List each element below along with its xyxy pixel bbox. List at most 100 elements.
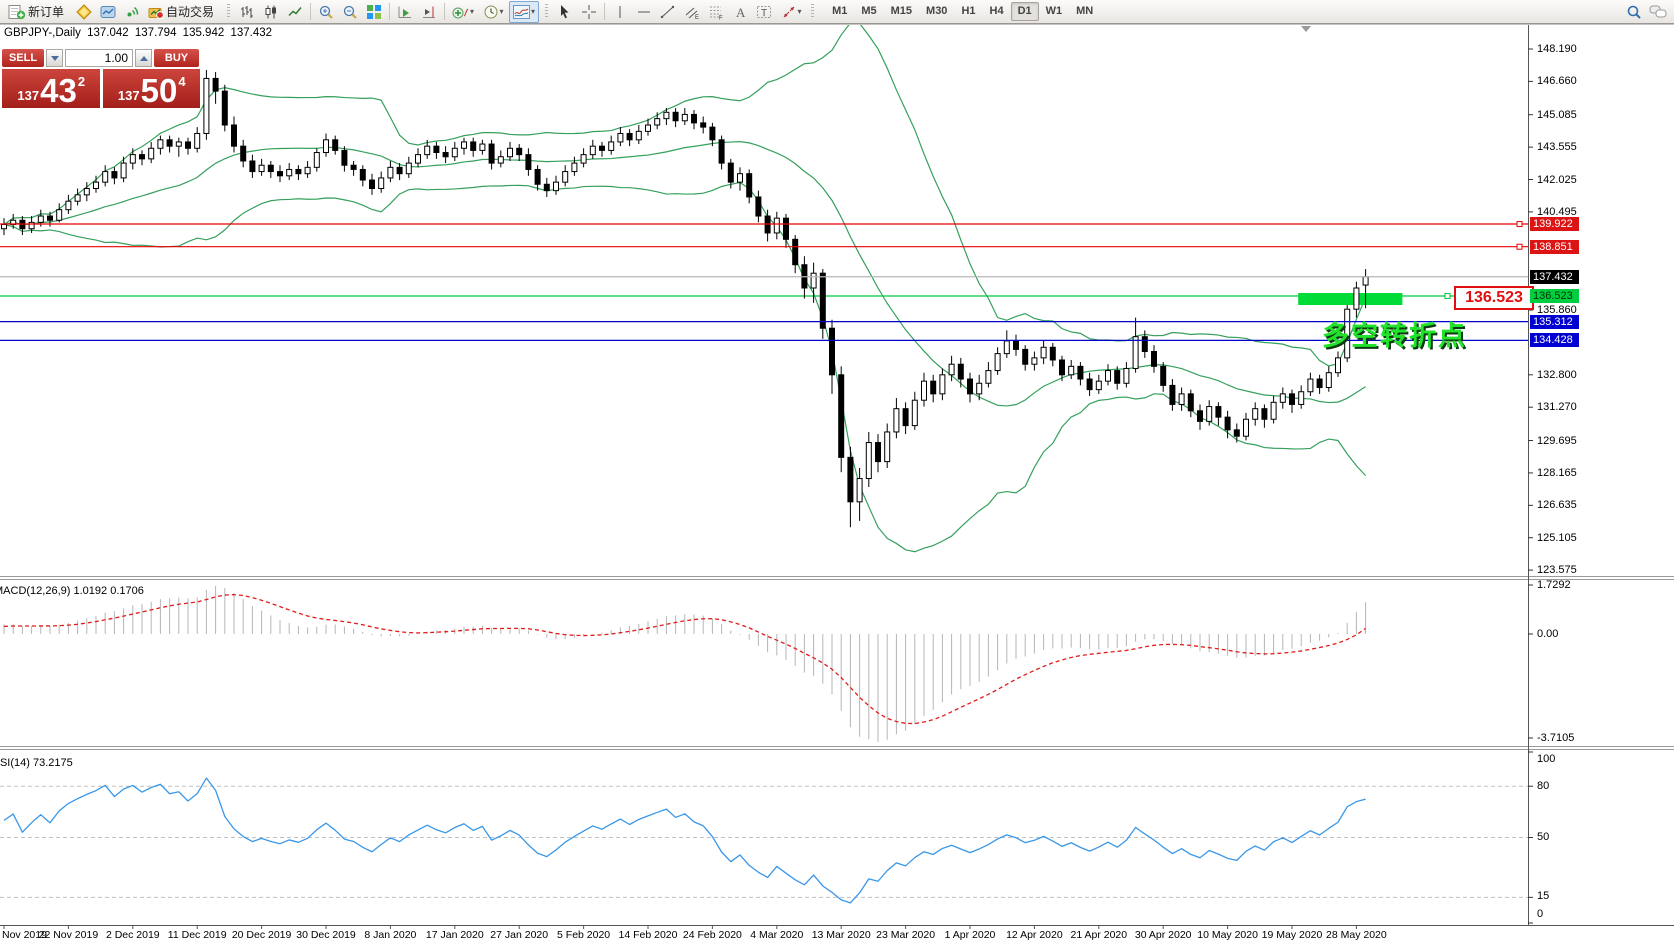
hline-anchor-marker[interactable] bbox=[1517, 244, 1522, 249]
chart-shift-button[interactable] bbox=[418, 2, 440, 22]
price-axis-tick-label: 125.105 bbox=[1537, 532, 1577, 544]
rsi-line bbox=[4, 778, 1366, 903]
tile-windows-icon bbox=[366, 4, 382, 20]
buy-button[interactable]: BUY bbox=[154, 49, 199, 67]
signals-button[interactable] bbox=[121, 2, 143, 22]
arrows-icon bbox=[781, 4, 797, 20]
auto-scroll-button[interactable] bbox=[394, 2, 416, 22]
price-badge-136.523: 136.523 bbox=[1530, 289, 1579, 303]
new-order-icon bbox=[8, 4, 26, 20]
volume-input[interactable] bbox=[65, 49, 133, 67]
new-order-label: 新订单 bbox=[28, 3, 64, 20]
timeframe-h1-button[interactable]: H1 bbox=[954, 2, 982, 21]
arrows-tool-button[interactable]: ▾ bbox=[777, 2, 805, 22]
equidistant-channel-tool-button[interactable]: E bbox=[681, 2, 703, 22]
price-axis-tick-label: 129.695 bbox=[1537, 435, 1577, 447]
timeframe-h4-button[interactable]: H4 bbox=[983, 2, 1011, 21]
timeframe-m1-button[interactable]: M1 bbox=[825, 2, 854, 21]
date-axis-label: 14 Feb 2020 bbox=[619, 929, 678, 941]
horizontal-line-tool-button[interactable] bbox=[633, 2, 655, 22]
date-axis-label: 1 Apr 2020 bbox=[945, 929, 996, 941]
highlight-rectangle[interactable] bbox=[1298, 293, 1402, 305]
charts-button[interactable] bbox=[73, 2, 95, 22]
date-axis-label: 21 Apr 2020 bbox=[1070, 929, 1127, 941]
volume-decrease-button[interactable] bbox=[46, 49, 63, 67]
sell-price-prefix: 137 bbox=[17, 88, 39, 103]
macd-axis-min: -3.7105 bbox=[1537, 732, 1574, 744]
toolbar-grip bbox=[227, 4, 230, 19]
buy-price-panel[interactable]: 137504 bbox=[103, 69, 201, 108]
symbol-period-label: GBPJPY-,Daily bbox=[4, 27, 81, 39]
crosshair-tool-button[interactable] bbox=[578, 2, 600, 22]
bar-chart-button[interactable] bbox=[236, 2, 258, 22]
text-a-icon: A bbox=[734, 4, 747, 20]
ohlc-bars-icon bbox=[239, 4, 255, 20]
one-click-trading-panel: SELL BUY 137432 137504 bbox=[2, 49, 200, 108]
chat-button[interactable] bbox=[1647, 2, 1669, 22]
cursor-arrow-icon bbox=[558, 4, 572, 20]
horizontal-line-icon bbox=[636, 4, 652, 20]
timeframe-m30-button[interactable]: M30 bbox=[919, 2, 954, 21]
timeframe-w1-button[interactable]: W1 bbox=[1039, 2, 1070, 21]
chat-bubbles-icon bbox=[1649, 4, 1668, 20]
tile-windows-button[interactable] bbox=[363, 2, 385, 22]
price-chart-canvas[interactable] bbox=[0, 0, 1674, 944]
hline-anchor-marker[interactable] bbox=[1445, 293, 1450, 298]
candlestick-chart-button[interactable] bbox=[260, 2, 282, 22]
ohlc-high: 137.794 bbox=[135, 27, 177, 39]
cursor-tool-button[interactable] bbox=[554, 2, 576, 22]
date-axis-label: 22 Nov 2019 bbox=[39, 929, 99, 941]
macd-main-value: 1.0192 bbox=[73, 585, 107, 597]
vertical-line-tool-button[interactable] bbox=[609, 2, 631, 22]
timeframe-mn-button[interactable]: MN bbox=[1069, 2, 1100, 21]
price-axis-tick-label: 146.660 bbox=[1537, 75, 1577, 87]
autotrading-button[interactable]: 自动交易 bbox=[145, 2, 221, 22]
sell-button[interactable]: SELL bbox=[2, 49, 44, 67]
fibonacci-tool-button[interactable]: F bbox=[705, 2, 727, 22]
price-badge-135.312: 135.312 bbox=[1530, 315, 1579, 329]
template-icon bbox=[513, 5, 530, 19]
chart-header: GBPJPY-,Daily 137.042 137.794 135.942 13… bbox=[4, 27, 275, 39]
mt4-window: 新订单 自动交易 bbox=[0, 0, 1674, 944]
zoom-out-button[interactable] bbox=[339, 2, 361, 22]
timeframe-toolbar: M1M5M15M30H1H4D1W1MN bbox=[825, 2, 1100, 21]
dropdown-arrow-icon: ▾ bbox=[798, 7, 802, 16]
trendline-tool-button[interactable] bbox=[657, 2, 679, 22]
date-axis-label: 8 Jan 2020 bbox=[364, 929, 416, 941]
sell-price-sup: 2 bbox=[78, 74, 85, 89]
sell-price-panel[interactable]: 137432 bbox=[2, 69, 100, 108]
date-axis-label: 11 Dec 2019 bbox=[168, 929, 227, 941]
templates-button[interactable]: ▾ bbox=[509, 1, 539, 23]
zoom-in-icon bbox=[318, 4, 334, 20]
date-axis-label: 24 Feb 2020 bbox=[683, 929, 742, 941]
price-axis-tick-label: 143.555 bbox=[1537, 141, 1577, 153]
line-chart-button[interactable] bbox=[284, 2, 306, 22]
price-axis-tick-label: 145.085 bbox=[1537, 109, 1577, 121]
date-axis-label: 5 Feb 2020 bbox=[557, 929, 610, 941]
indicators-button[interactable]: ▾ bbox=[449, 2, 477, 22]
timeframe-d1-button[interactable]: D1 bbox=[1011, 2, 1039, 21]
price-axis-tick-label: 128.165 bbox=[1537, 467, 1577, 479]
text-label-tool-button[interactable]: T bbox=[753, 2, 775, 22]
profile-button[interactable] bbox=[97, 2, 119, 22]
date-axis-label: 2 Dec 2019 bbox=[106, 929, 160, 941]
date-axis-label: 23 Mar 2020 bbox=[876, 929, 935, 941]
chart-annotation-text[interactable]: 多空转折点 bbox=[1322, 314, 1467, 353]
timeframe-m15-button[interactable]: M15 bbox=[884, 2, 919, 21]
chart-shift-marker-icon[interactable] bbox=[1301, 26, 1311, 32]
text-tool-button[interactable]: A bbox=[729, 2, 751, 22]
new-order-button[interactable]: 新订单 bbox=[5, 2, 71, 22]
auto-scroll-icon bbox=[397, 4, 413, 20]
zoom-in-button[interactable] bbox=[315, 2, 337, 22]
periods-button[interactable]: ▾ bbox=[479, 2, 507, 22]
volume-increase-button[interactable] bbox=[135, 49, 152, 67]
chart-shift-icon bbox=[421, 4, 437, 20]
timeframe-m5-button[interactable]: M5 bbox=[854, 2, 883, 21]
price-badge-138.851: 138.851 bbox=[1530, 240, 1579, 254]
price-callout-label[interactable]: 136.523 bbox=[1454, 286, 1534, 310]
ohlc-close: 137.432 bbox=[230, 27, 272, 39]
macd-name: MACD(12,26,9) bbox=[0, 585, 70, 597]
rsi-axis-100: 100 bbox=[1537, 753, 1555, 765]
search-button[interactable] bbox=[1623, 2, 1645, 22]
hline-anchor-marker[interactable] bbox=[1517, 222, 1522, 227]
